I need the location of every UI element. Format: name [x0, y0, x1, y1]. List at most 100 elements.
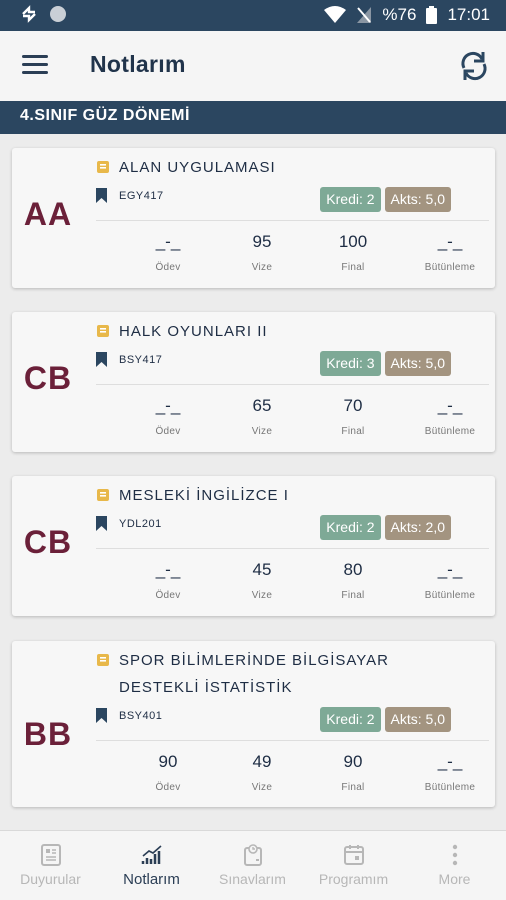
nav-label: Sınavlarım	[219, 871, 286, 887]
book-icon	[97, 161, 109, 173]
score-label: Vize	[251, 426, 273, 437]
course-card[interactable]: SPOR BİLİMLERİNDE BİLGİSAYAR DESTEKLİ İST…	[12, 641, 495, 807]
book-icon	[97, 489, 109, 501]
score-butunleme: _-_ Bütünleme	[410, 752, 490, 793]
menu-button[interactable]	[22, 55, 48, 77]
score-label: Vize	[251, 782, 273, 793]
score-final: 80 Final	[313, 560, 393, 601]
bookmark-icon	[96, 188, 107, 203]
score-odev: 90 Ödev	[128, 752, 208, 793]
bookmark-icon	[96, 516, 107, 531]
score-value: _-_	[437, 396, 463, 415]
score-label: Final	[341, 590, 365, 601]
score-final: 70 Final	[313, 396, 393, 437]
akts-badge: Akts: 2,0	[384, 515, 451, 540]
term-header: 4.SINIF GÜZ DÖNEMİ	[0, 101, 506, 134]
credit-badges: Kredi: 2 Akts: 2,0	[320, 515, 451, 540]
course-title: MESLEKİ İNGİLİZCE I	[96, 482, 289, 509]
wifi-icon	[324, 6, 347, 23]
status-bar: %76 17:01	[0, 0, 506, 31]
nav-duyurular[interactable]: Duyurular	[0, 831, 101, 900]
course-card[interactable]: MESLEKİ İNGİLİZCE I CB YDL201 Kredi: 2 Akts:…	[12, 476, 495, 616]
book-icon	[97, 325, 109, 337]
kredi-badge: Kredi: 3	[320, 351, 381, 376]
more-vertical-icon	[452, 844, 457, 866]
score-value: 45	[252, 560, 272, 579]
course-card[interactable]: HALK OYUNLARI II CB BSY417 Kredi: 3 Akts: 5,…	[12, 312, 495, 452]
akts-badge: Akts: 5,0	[384, 187, 451, 212]
page-title: Notlarım	[90, 51, 186, 77]
bookmark-icon	[96, 708, 107, 723]
course-code: BSY401	[119, 709, 163, 722]
credit-badges: Kredi: 3 Akts: 5,0	[320, 351, 451, 376]
score-vize: 95 Vize	[222, 232, 302, 273]
nav-label: More	[438, 871, 471, 887]
score-butunleme: _-_ Bütünleme	[410, 560, 490, 601]
score-value: 49	[252, 752, 272, 771]
kredi-badge: Kredi: 2	[320, 187, 381, 212]
score-label: Final	[341, 262, 365, 273]
score-label: Bütünleme	[424, 262, 476, 273]
score-value: 65	[252, 396, 272, 415]
score-label: Final	[341, 782, 365, 793]
score-label: Vize	[251, 590, 273, 601]
exam-clipboard-icon	[243, 844, 262, 866]
nav-label: Duyurular	[20, 871, 81, 887]
kredi-badge: Kredi: 2	[320, 515, 381, 540]
course-code: EGY417	[119, 189, 164, 202]
credit-badges: Kredi: 2 Akts: 5,0	[320, 707, 451, 732]
nav-programm[interactable]: Programım	[303, 831, 404, 900]
score-vize: 65 Vize	[222, 396, 302, 437]
bookmark-icon	[96, 352, 107, 367]
score-label: Ödev	[155, 590, 181, 601]
score-value: 90	[158, 752, 178, 771]
score-label: Ödev	[155, 426, 181, 437]
score-label: Ödev	[155, 782, 181, 793]
score-value: _-_	[437, 560, 463, 579]
course-name: ALAN UYGULAMASI	[119, 159, 276, 176]
akts-badge: Akts: 5,0	[384, 707, 451, 732]
course-name: HALK OYUNLARI II	[119, 323, 268, 340]
nav-notlarm[interactable]: Notlarım	[101, 831, 202, 900]
score-value: 100	[338, 232, 368, 251]
score-value: 95	[252, 232, 272, 251]
course-name: MESLEKİ İNGİLİZCE I	[119, 487, 289, 504]
sync-notification-icon	[22, 5, 36, 23]
score-butunleme: _-_ Bütünleme	[410, 232, 490, 273]
score-value: _-_	[155, 396, 181, 415]
nav-label: Notlarım	[123, 871, 180, 888]
course-name: DESTEKLİ İSTATİSTİK	[119, 679, 293, 696]
score-value: _-_	[155, 560, 181, 579]
score-vize: 45 Vize	[222, 560, 302, 601]
nav-snavlarm[interactable]: Sınavlarım	[202, 831, 303, 900]
hamburger-icon	[22, 55, 48, 58]
news-icon	[40, 844, 61, 866]
score-label: Bütünleme	[424, 426, 476, 437]
status-circle-icon	[50, 6, 66, 22]
score-label: Bütünleme	[424, 782, 476, 793]
score-odev: _-_ Ödev	[128, 396, 208, 437]
score-label: Vize	[251, 262, 273, 273]
course-title: ALAN UYGULAMASI	[96, 154, 276, 181]
bottom-navigation: Duyurular Notlarım Sınavlarım Programım More	[0, 830, 506, 900]
course-code: YDL201	[119, 517, 162, 530]
course-card[interactable]: ALAN UYGULAMASI AA EGY417 Kredi: 2 Akts: 5,0…	[12, 148, 495, 288]
divider	[96, 548, 489, 549]
app-bar: Notlarım	[0, 31, 506, 101]
score-label: Final	[341, 426, 365, 437]
letter-grade: CB	[23, 524, 73, 560]
score-value: _-_	[437, 232, 463, 251]
course-name: SPOR BİLİMLERİNDE BİLGİSAYAR	[119, 652, 390, 669]
letter-grade: BB	[23, 716, 73, 752]
score-final: 100 Final	[313, 232, 393, 273]
score-final: 90 Final	[313, 752, 393, 793]
score-vize: 49 Vize	[222, 752, 302, 793]
score-odev: _-_ Ödev	[128, 232, 208, 273]
score-value: 80	[343, 560, 363, 579]
chart-icon	[141, 845, 162, 864]
battery-icon	[426, 6, 438, 24]
score-value: 70	[343, 396, 363, 415]
nav-more[interactable]: More	[404, 831, 505, 900]
score-value: _-_	[155, 232, 181, 251]
refresh-icon[interactable]	[456, 48, 492, 84]
